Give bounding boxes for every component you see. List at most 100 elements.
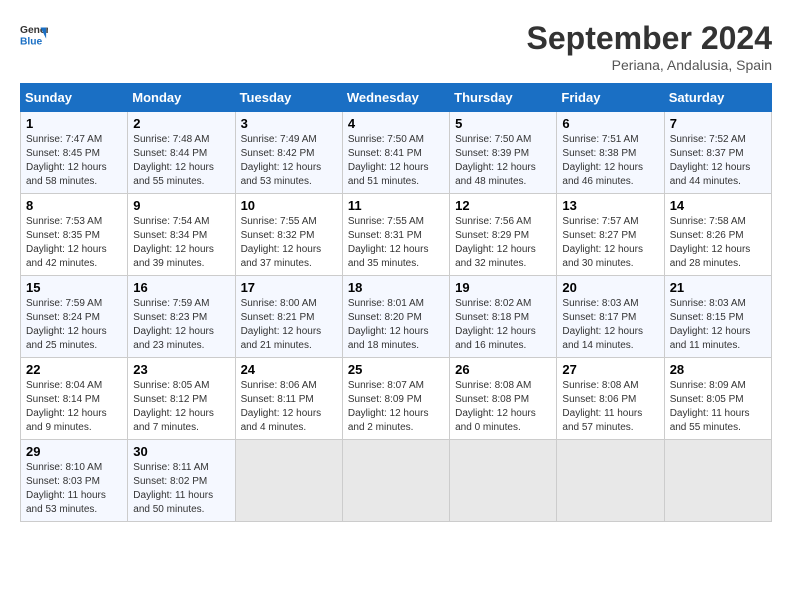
day-number: 14 xyxy=(670,198,766,213)
day-info: Sunrise: 7:51 AMSunset: 8:38 PMDaylight:… xyxy=(562,133,658,189)
day-info: Sunrise: 8:10 AMSunset: 8:03 PMDaylight:… xyxy=(26,461,122,517)
calendar-cell: 24 Sunrise: 8:06 AMSunset: 8:11 PMDayligh… xyxy=(235,358,342,440)
calendar-cell: 27 Sunrise: 8:08 AMSunset: 8:06 PMDayligh… xyxy=(557,358,664,440)
calendar-cell: 11 Sunrise: 7:55 AMSunset: 8:31 PMDayligh… xyxy=(342,194,449,276)
calendar-cell xyxy=(664,440,771,522)
calendar-week-row: 8 Sunrise: 7:53 AMSunset: 8:35 PMDaylight… xyxy=(21,194,772,276)
calendar-cell: 19 Sunrise: 8:02 AMSunset: 8:18 PMDayligh… xyxy=(450,276,557,358)
calendar-cell: 29 Sunrise: 8:10 AMSunset: 8:03 PMDayligh… xyxy=(21,440,128,522)
calendar-cell: 10 Sunrise: 7:55 AMSunset: 8:32 PMDayligh… xyxy=(235,194,342,276)
calendar-cell: 13 Sunrise: 7:57 AMSunset: 8:27 PMDayligh… xyxy=(557,194,664,276)
calendar-table: SundayMondayTuesdayWednesdayThursdayFrid… xyxy=(20,83,772,522)
day-number: 26 xyxy=(455,362,551,377)
calendar-cell: 8 Sunrise: 7:53 AMSunset: 8:35 PMDaylight… xyxy=(21,194,128,276)
day-info: Sunrise: 7:57 AMSunset: 8:27 PMDaylight:… xyxy=(562,215,658,271)
calendar-body: 1 Sunrise: 7:47 AMSunset: 8:45 PMDaylight… xyxy=(21,112,772,522)
calendar-cell: 21 Sunrise: 8:03 AMSunset: 8:15 PMDayligh… xyxy=(664,276,771,358)
day-of-week-header: Friday xyxy=(557,84,664,112)
day-number: 2 xyxy=(133,116,229,131)
calendar-week-row: 15 Sunrise: 7:59 AMSunset: 8:24 PMDayligh… xyxy=(21,276,772,358)
day-number: 3 xyxy=(241,116,337,131)
calendar-week-row: 22 Sunrise: 8:04 AMSunset: 8:14 PMDayligh… xyxy=(21,358,772,440)
day-number: 6 xyxy=(562,116,658,131)
day-number: 7 xyxy=(670,116,766,131)
day-number: 30 xyxy=(133,444,229,459)
day-of-week-header: Saturday xyxy=(664,84,771,112)
calendar-cell: 5 Sunrise: 7:50 AMSunset: 8:39 PMDaylight… xyxy=(450,112,557,194)
day-info: Sunrise: 7:55 AMSunset: 8:32 PMDaylight:… xyxy=(241,215,337,271)
day-of-week-header: Tuesday xyxy=(235,84,342,112)
day-info: Sunrise: 7:52 AMSunset: 8:37 PMDaylight:… xyxy=(670,133,766,189)
day-number: 23 xyxy=(133,362,229,377)
day-info: Sunrise: 8:07 AMSunset: 8:09 PMDaylight:… xyxy=(348,379,444,435)
day-info: Sunrise: 8:03 AMSunset: 8:15 PMDaylight:… xyxy=(670,297,766,353)
calendar-cell: 14Sunrise: 7:58 AMSunset: 8:26 PMDayligh… xyxy=(664,194,771,276)
day-number: 12 xyxy=(455,198,551,213)
calendar-cell: 4Sunrise: 7:50 AMSunset: 8:41 PMDaylight… xyxy=(342,112,449,194)
day-info: Sunrise: 7:47 AMSunset: 8:45 PMDaylight:… xyxy=(26,133,122,189)
day-number: 18 xyxy=(348,280,444,295)
day-number: 5 xyxy=(455,116,551,131)
day-number: 13 xyxy=(562,198,658,213)
calendar-cell: 26 Sunrise: 8:08 AMSunset: 8:08 PMDayligh… xyxy=(450,358,557,440)
day-info: Sunrise: 8:06 AMSunset: 8:11 PMDaylight:… xyxy=(241,379,337,435)
day-info: Sunrise: 7:55 AMSunset: 8:31 PMDaylight:… xyxy=(348,215,444,271)
calendar-cell xyxy=(342,440,449,522)
title-area: September 2024 Periana, Andalusia, Spain xyxy=(527,20,772,73)
day-info: Sunrise: 8:11 AMSunset: 8:02 PMDaylight:… xyxy=(133,461,229,517)
location-subtitle: Periana, Andalusia, Spain xyxy=(527,57,772,73)
day-info: Sunrise: 8:04 AMSunset: 8:14 PMDaylight:… xyxy=(26,379,122,435)
month-title: September 2024 xyxy=(527,20,772,57)
day-number: 20 xyxy=(562,280,658,295)
calendar-week-row: 29 Sunrise: 8:10 AMSunset: 8:03 PMDayligh… xyxy=(21,440,772,522)
calendar-week-row: 1 Sunrise: 7:47 AMSunset: 8:45 PMDaylight… xyxy=(21,112,772,194)
day-number: 24 xyxy=(241,362,337,377)
calendar-cell: 2 Sunrise: 7:48 AMSunset: 8:44 PMDaylight… xyxy=(128,112,235,194)
day-number: 11 xyxy=(348,198,444,213)
day-info: Sunrise: 8:02 AMSunset: 8:18 PMDaylight:… xyxy=(455,297,551,353)
day-number: 15 xyxy=(26,280,122,295)
day-info: Sunrise: 7:48 AMSunset: 8:44 PMDaylight:… xyxy=(133,133,229,189)
day-number: 19 xyxy=(455,280,551,295)
calendar-cell: 25 Sunrise: 8:07 AMSunset: 8:09 PMDayligh… xyxy=(342,358,449,440)
day-info: Sunrise: 7:50 AMSunset: 8:39 PMDaylight:… xyxy=(455,133,551,189)
day-info: Sunrise: 8:05 AMSunset: 8:12 PMDaylight:… xyxy=(133,379,229,435)
day-number: 17 xyxy=(241,280,337,295)
calendar-cell xyxy=(235,440,342,522)
day-number: 29 xyxy=(26,444,122,459)
day-number: 1 xyxy=(26,116,122,131)
day-info: Sunrise: 8:08 AMSunset: 8:06 PMDaylight:… xyxy=(562,379,658,435)
day-info: Sunrise: 8:08 AMSunset: 8:08 PMDaylight:… xyxy=(455,379,551,435)
svg-text:Blue: Blue xyxy=(20,36,43,47)
page-header: General Blue September 2024 Periana, And… xyxy=(20,20,772,73)
day-info: Sunrise: 7:50 AMSunset: 8:41 PMDaylight:… xyxy=(348,133,444,189)
day-of-week-header: Wednesday xyxy=(342,84,449,112)
day-info: Sunrise: 8:09 AMSunset: 8:05 PMDaylight:… xyxy=(670,379,766,435)
day-number: 21 xyxy=(670,280,766,295)
calendar-cell: 20Sunrise: 8:03 AMSunset: 8:17 PMDayligh… xyxy=(557,276,664,358)
calendar-cell: 6 Sunrise: 7:51 AMSunset: 8:38 PMDaylight… xyxy=(557,112,664,194)
day-number: 8 xyxy=(26,198,122,213)
day-info: Sunrise: 7:53 AMSunset: 8:35 PMDaylight:… xyxy=(26,215,122,271)
day-number: 25 xyxy=(348,362,444,377)
day-number: 16 xyxy=(133,280,229,295)
day-number: 9 xyxy=(133,198,229,213)
calendar-cell: 17 Sunrise: 8:00 AMSunset: 8:21 PMDayligh… xyxy=(235,276,342,358)
day-info: Sunrise: 8:00 AMSunset: 8:21 PMDaylight:… xyxy=(241,297,337,353)
day-info: Sunrise: 7:59 AMSunset: 8:24 PMDaylight:… xyxy=(26,297,122,353)
day-info: Sunrise: 7:59 AMSunset: 8:23 PMDaylight:… xyxy=(133,297,229,353)
day-number: 22 xyxy=(26,362,122,377)
day-number: 10 xyxy=(241,198,337,213)
day-info: Sunrise: 7:49 AMSunset: 8:42 PMDaylight:… xyxy=(241,133,337,189)
calendar-cell: 22 Sunrise: 8:04 AMSunset: 8:14 PMDayligh… xyxy=(21,358,128,440)
day-of-week-header: Sunday xyxy=(21,84,128,112)
day-info: Sunrise: 7:56 AMSunset: 8:29 PMDaylight:… xyxy=(455,215,551,271)
calendar-cell xyxy=(557,440,664,522)
day-info: Sunrise: 7:54 AMSunset: 8:34 PMDaylight:… xyxy=(133,215,229,271)
calendar-cell: 18Sunrise: 8:01 AMSunset: 8:20 PMDayligh… xyxy=(342,276,449,358)
calendar-header-row: SundayMondayTuesdayWednesdayThursdayFrid… xyxy=(21,84,772,112)
day-of-week-header: Thursday xyxy=(450,84,557,112)
logo: General Blue xyxy=(20,20,48,48)
day-number: 27 xyxy=(562,362,658,377)
calendar-cell xyxy=(450,440,557,522)
